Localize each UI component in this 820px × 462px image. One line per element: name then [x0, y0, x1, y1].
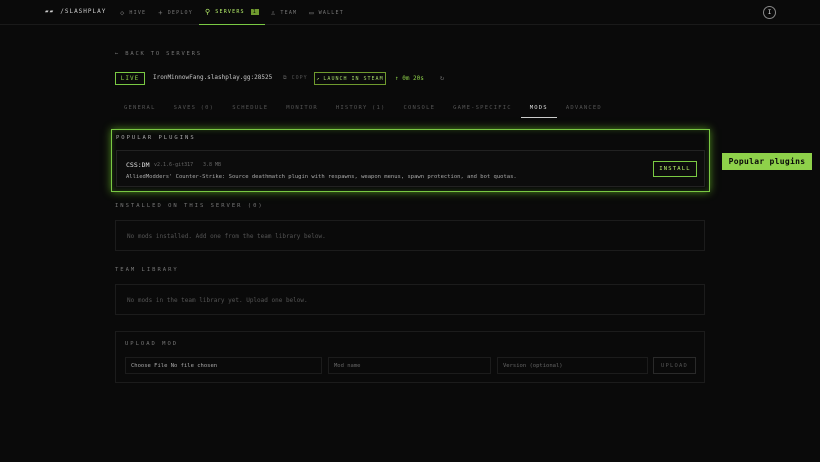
nav-label: WALLET — [318, 9, 344, 16]
team-library-empty-box: No mods in the team library yet. Upload … — [115, 284, 705, 315]
popular-plugins-callout: Popular plugins — [722, 153, 812, 170]
tab-game-specific[interactable]: GAME-SPECIFIC — [444, 98, 521, 118]
nav-label: SERVERS — [215, 9, 245, 15]
top-nav: ▰▰ /SLASHPLAY ◇ HIVE + DEPLOY ⚲ SERVERS … — [0, 0, 820, 25]
upload-button[interactable]: UPLOAD — [653, 357, 696, 374]
avatar[interactable]: I — [763, 6, 776, 19]
upload-mod-section: UPLOAD MOD Choose File No file chosen Mo… — [115, 331, 705, 383]
nav-label: DEPLOY — [167, 9, 193, 16]
team-icon: ♙ — [270, 8, 277, 17]
launch-steam-label: LAUNCH IN STEAM — [323, 75, 384, 82]
installed-title: INSTALLED ON THIS SERVER (0) — [115, 203, 264, 209]
mod-version-input[interactable]: Version (optional) — [497, 357, 648, 374]
external-link-icon: ↗ — [316, 75, 321, 82]
copy-icon: ⧉ — [283, 75, 292, 81]
popular-plugins-title: POPULAR PLUGINS — [116, 135, 196, 141]
brand-name: /SLASHPLAY — [60, 8, 107, 15]
nav-wallet[interactable]: ▭ WALLET — [303, 0, 350, 25]
file-chooser[interactable]: Choose File No file chosen — [125, 357, 322, 374]
nav-team[interactable]: ♙ TEAM — [265, 0, 303, 25]
copy-button[interactable]: ⧉ COPY — [283, 75, 308, 81]
nav-label: HIVE — [129, 9, 147, 16]
wallet-icon: ▭ — [309, 8, 315, 17]
team-library-title: TEAM LIBRARY — [115, 267, 179, 273]
nav-tabs: ◇ HIVE + DEPLOY ⚲ SERVERS 1 ♙ TEAM ▭ WAL… — [114, 0, 350, 25]
popular-plugins-section: POPULAR PLUGINS CSS:DM v2.1.6-git317 3.8… — [111, 129, 710, 192]
server-icon: ⚲ — [204, 8, 212, 16]
tab-history[interactable]: HISTORY (1) — [327, 98, 395, 118]
tab-mods[interactable]: MODS — [520, 98, 557, 118]
servers-count-badge: 1 — [250, 9, 259, 15]
uptime: ↑ 0m 20s — [395, 75, 424, 82]
brand-logo[interactable]: ▰▰ /SLASHPLAY — [45, 8, 106, 15]
nav-label: TEAM — [280, 9, 298, 16]
install-button[interactable]: INSTALL — [653, 161, 697, 177]
tab-saves[interactable]: SAVES (0) — [165, 98, 224, 118]
installed-empty-box: No mods installed. Add one from the team… — [115, 220, 705, 251]
launch-steam-button[interactable]: ↗ LAUNCH IN STEAM — [314, 72, 386, 85]
team-library-empty-text: No mods in the team library yet. Upload … — [127, 297, 308, 304]
copy-label: COPY — [291, 75, 308, 81]
back-to-servers-link[interactable]: ← BACK TO SERVERS — [115, 51, 202, 57]
tab-console[interactable]: CONSOLE — [395, 98, 445, 118]
refresh-icon[interactable]: ↻ — [440, 74, 444, 82]
hive-icon: ◇ — [120, 8, 126, 17]
status-badge: LIVE — [115, 72, 145, 85]
plugin-name: CSS:DM — [126, 161, 150, 169]
tab-general[interactable]: GENERAL — [115, 98, 165, 118]
tab-monitor[interactable]: MONITOR — [277, 98, 327, 118]
nav-hive[interactable]: ◇ HIVE — [114, 0, 152, 25]
mod-name-input[interactable]: Mod name — [328, 357, 491, 374]
plugin-card: CSS:DM v2.1.6-git317 3.8 MB AlliedModder… — [116, 150, 705, 187]
nav-servers[interactable]: ⚲ SERVERS 1 — [198, 0, 265, 25]
plus-icon: + — [158, 8, 164, 17]
plugin-version: v2.1.6-git317 — [154, 162, 194, 168]
tab-advanced[interactable]: ADVANCED — [557, 98, 611, 118]
server-tabs: GENERAL SAVES (0) SCHEDULE MONITOR HISTO… — [115, 98, 611, 118]
logo-icon: ▰▰ — [45, 8, 55, 15]
plugin-description: AlliedModders' Counter-Strike: Source de… — [126, 174, 517, 180]
nav-deploy[interactable]: + DEPLOY — [152, 0, 199, 25]
server-address: IronMinnowFang.slashplay.gg:28525 — [153, 74, 273, 81]
upload-mod-title: UPLOAD MOD — [125, 341, 179, 347]
installed-empty-text: No mods installed. Add one from the team… — [127, 233, 326, 240]
tab-schedule[interactable]: SCHEDULE — [223, 98, 277, 118]
plugin-size: 3.8 MB — [203, 162, 222, 168]
